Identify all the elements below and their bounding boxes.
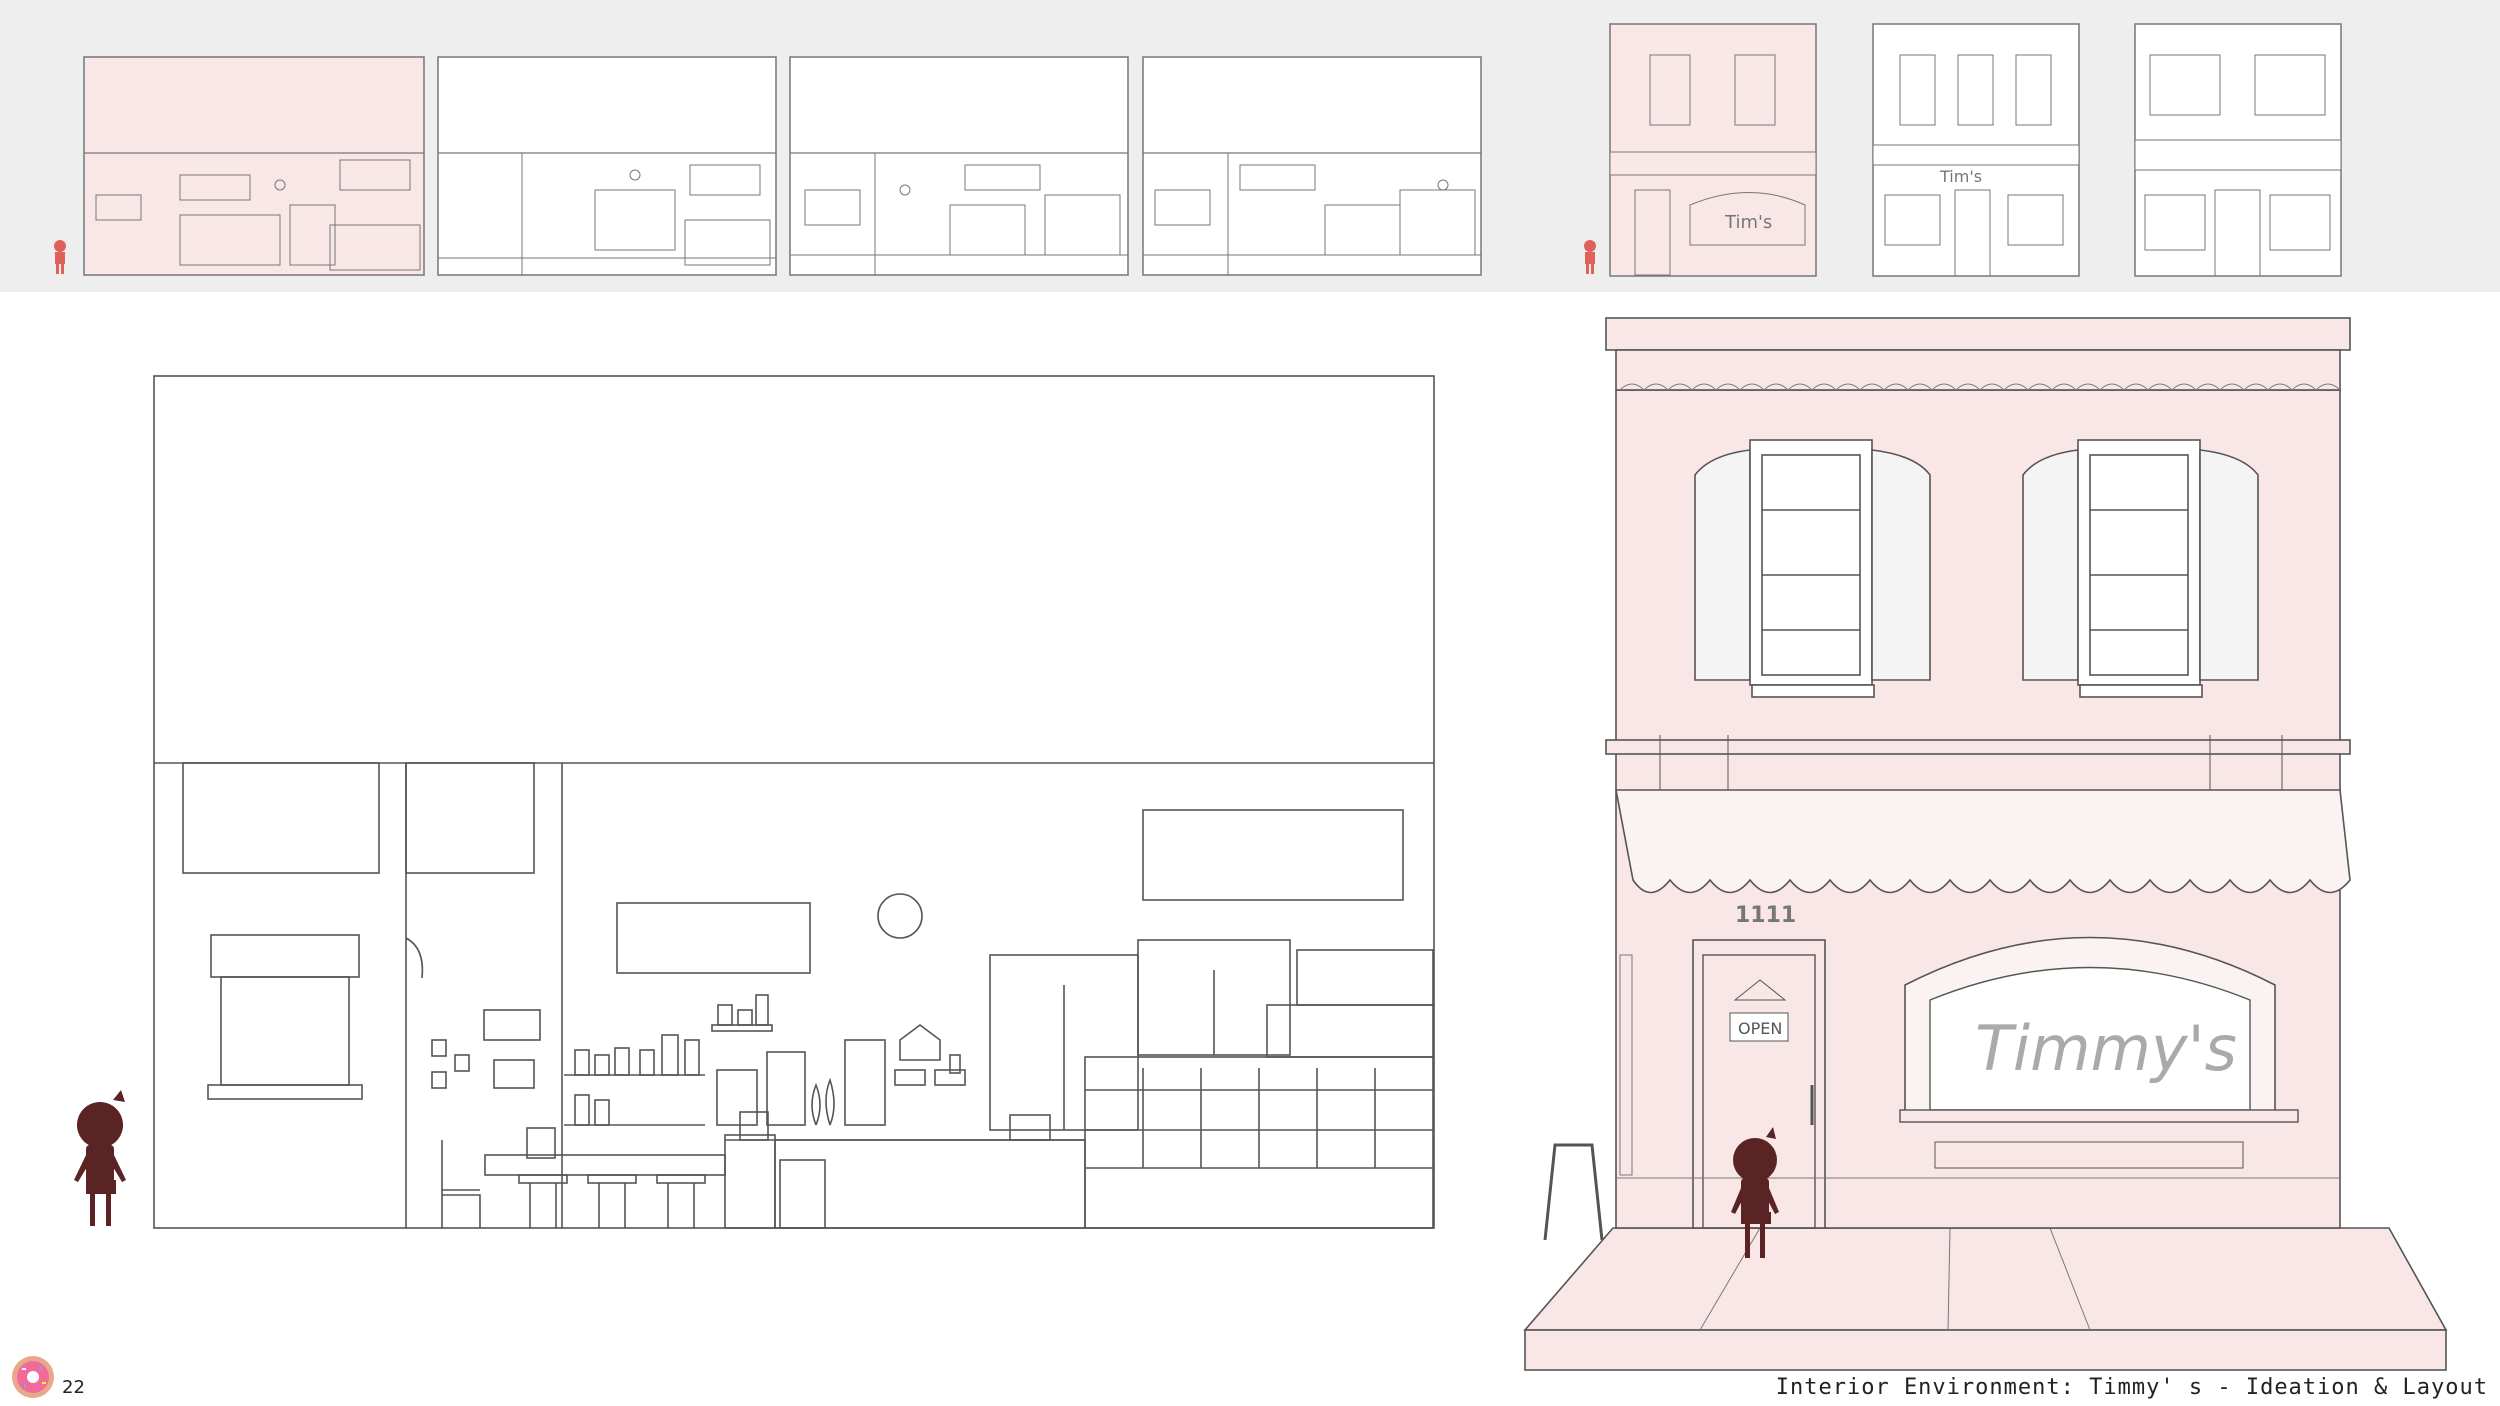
upper-window-right — [2022, 439, 2259, 698]
interior-thumbnail-1[interactable] — [83, 56, 425, 276]
wall-clock — [877, 893, 923, 939]
thumb-character-right — [1584, 240, 1596, 274]
upper-window-left — [1694, 439, 1931, 698]
exterior-thumbnail-2[interactable]: Tim's — [1872, 23, 2080, 277]
interior-frame — [153, 375, 1435, 1229]
open-sign-text: OPEN — [1738, 1019, 1782, 1038]
thumb-character-left — [54, 240, 66, 274]
thumbnail-art: Tim's Tim's — [54, 23, 2342, 277]
storefront: 1111 OPEN Timmy's — [1523, 317, 2448, 1371]
interior-thumbnail-2[interactable] — [437, 56, 777, 276]
main-artwork: 1111 OPEN Timmy's — [74, 317, 2448, 1371]
window-sign-text: Timmy's — [1975, 1012, 2237, 1085]
bar-stools — [518, 1174, 706, 1228]
thumb-sign-text-2: Tim's — [1939, 167, 1982, 186]
slide-caption: Interior Environment: Timmy' s - Ideatio… — [1775, 1375, 2488, 1400]
donut-icon — [12, 1356, 54, 1398]
menu-board — [1142, 809, 1404, 901]
interior-thumbnail-4[interactable] — [1142, 56, 1482, 276]
interior-thumbnail-3[interactable] — [789, 56, 1129, 276]
window-awning — [210, 934, 360, 978]
exterior-thumbnail-3[interactable] — [2134, 23, 2342, 277]
interior-character — [74, 1090, 126, 1226]
thumb-sign-text: Tim's — [1724, 212, 1772, 233]
wall-sign — [616, 902, 811, 974]
exterior-thumbnail-1[interactable]: Tim's — [1609, 23, 1817, 277]
address-number: 1111 — [1735, 903, 1796, 928]
interior-elevation — [153, 375, 1435, 1229]
page-number: 22 — [62, 1377, 85, 1398]
awning — [1615, 789, 2351, 894]
